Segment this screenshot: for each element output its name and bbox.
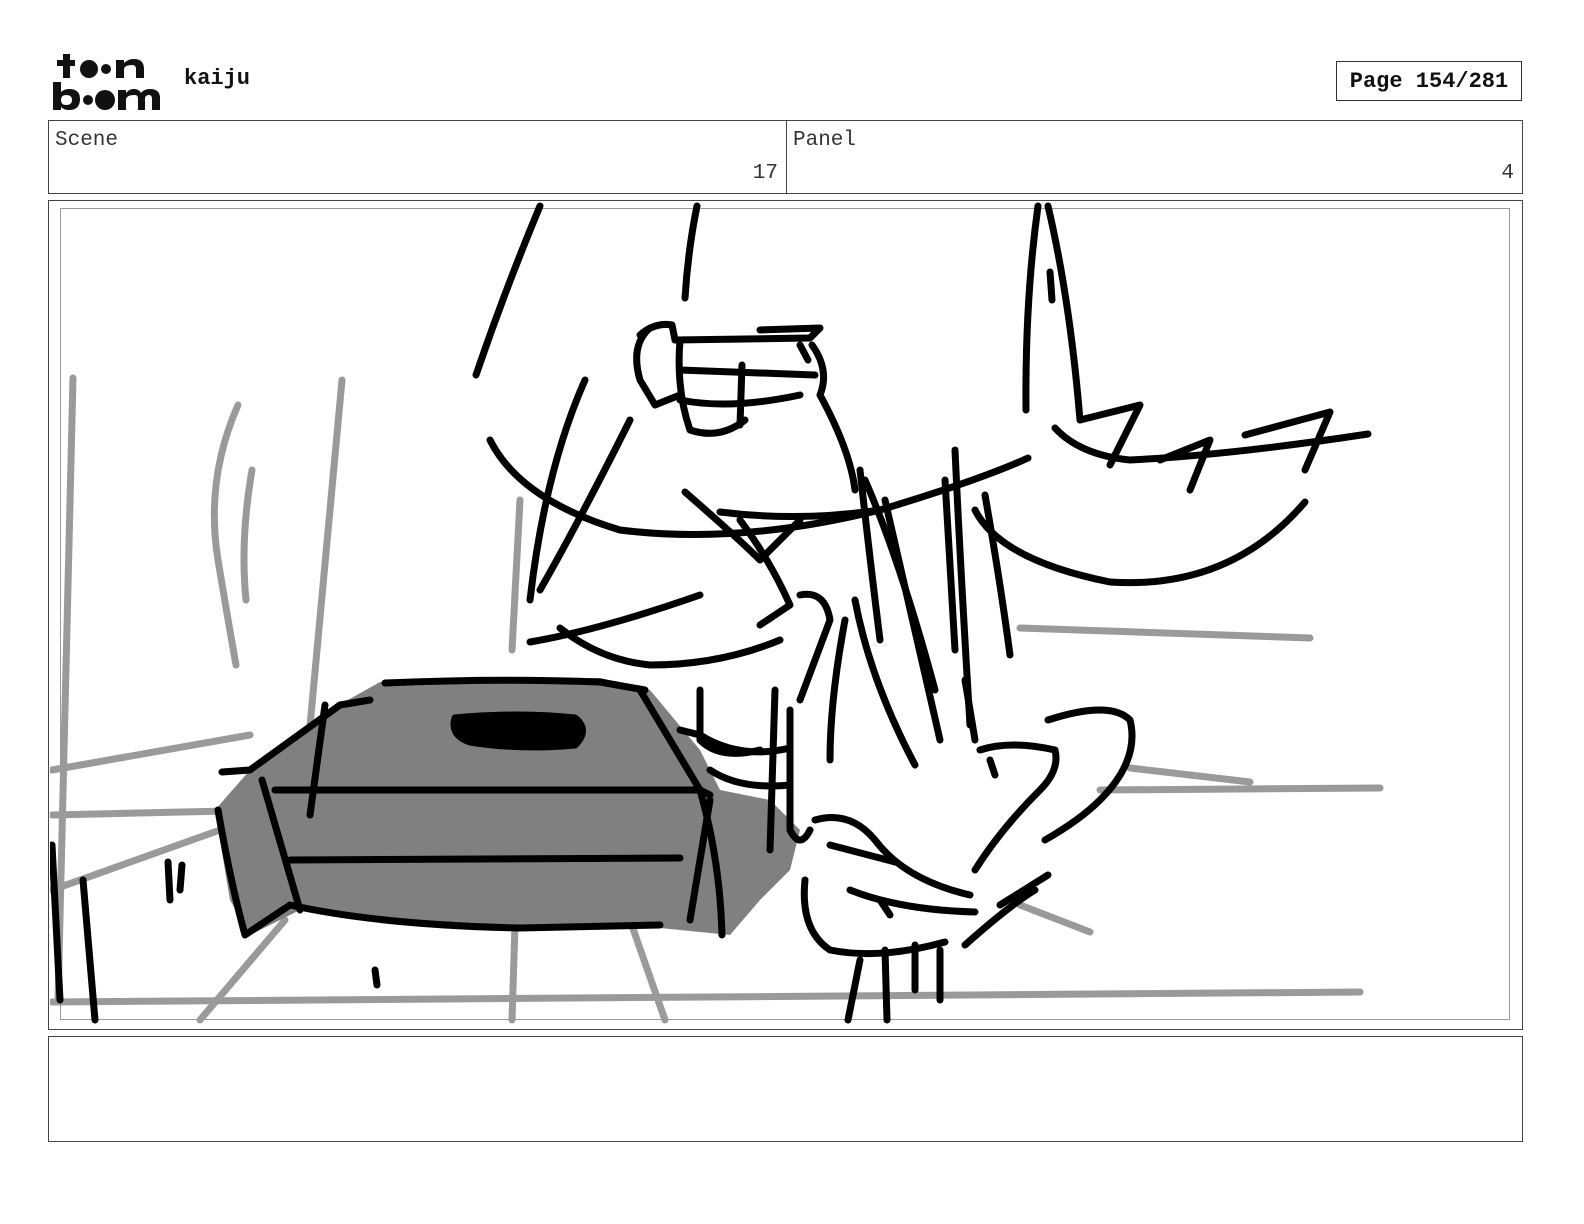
scene-number: 17 <box>752 162 778 185</box>
scene-cell: Scene 17 <box>49 121 787 193</box>
scene-label: Scene <box>55 129 119 152</box>
scene-panel-info: Scene 17 Panel 4 <box>48 120 1523 194</box>
panel-notes <box>48 1036 1523 1142</box>
toon-boom-logo <box>53 54 160 110</box>
storyboard-sketch <box>50 202 1384 1024</box>
project-title: kaiju <box>184 66 251 91</box>
panel-cell: Panel 4 <box>787 121 1522 193</box>
panel-number: 4 <box>1501 162 1514 185</box>
panel-label: Panel <box>793 129 857 152</box>
page-indicator: Page 154/281 <box>1336 61 1522 101</box>
